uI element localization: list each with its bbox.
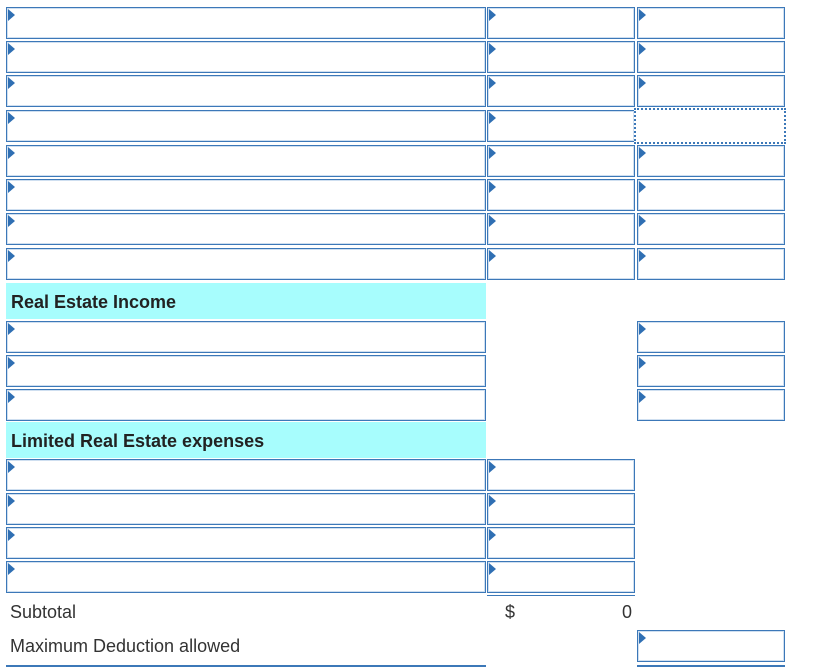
- dropdown-arrow-icon: [639, 9, 646, 21]
- expense-amount-dropdown[interactable]: [487, 459, 635, 491]
- section-title: Real Estate Income: [11, 292, 177, 312]
- dropdown-arrow-icon: [8, 181, 15, 193]
- dropdown-arrow-icon: [639, 215, 646, 227]
- total-dropdown[interactable]: [637, 248, 785, 280]
- subtotal-label: Subtotal: [10, 602, 77, 622]
- total-dropdown[interactable]: [637, 145, 785, 177]
- amount-dropdown[interactable]: [487, 145, 635, 177]
- dropdown-arrow-icon: [639, 181, 646, 193]
- income-description-dropdown[interactable]: [6, 321, 486, 353]
- dropdown-arrow-icon: [8, 529, 15, 541]
- expense-amount-dropdown[interactable]: [487, 527, 635, 559]
- dropdown-arrow-icon: [489, 9, 496, 21]
- max-deduction-dropdown[interactable]: [637, 630, 785, 662]
- amount-dropdown[interactable]: [487, 75, 635, 107]
- amount-dropdown[interactable]: [487, 213, 635, 245]
- dropdown-arrow-icon: [489, 215, 496, 227]
- description-dropdown[interactable]: [6, 110, 486, 142]
- expense-amount-dropdown[interactable]: [487, 561, 635, 593]
- dropdown-arrow-icon: [489, 461, 496, 473]
- expense-description-dropdown[interactable]: [6, 561, 486, 593]
- dropdown-arrow-icon: [639, 357, 646, 369]
- income-total-dropdown[interactable]: [637, 389, 785, 421]
- total-dropdown-focused[interactable]: [634, 108, 786, 144]
- dropdown-arrow-icon: [8, 563, 15, 575]
- description-dropdown[interactable]: [6, 41, 486, 73]
- dropdown-arrow-icon: [639, 43, 646, 55]
- dropdown-arrow-icon: [8, 147, 15, 159]
- dropdown-arrow-icon: [8, 391, 15, 403]
- dropdown-arrow-icon: [8, 43, 15, 55]
- dropdown-arrow-icon: [639, 250, 646, 262]
- dropdown-arrow-icon: [489, 250, 496, 262]
- amount-dropdown[interactable]: [487, 7, 635, 39]
- dropdown-arrow-icon: [8, 323, 15, 335]
- dropdown-arrow-icon: [489, 181, 496, 193]
- bottom-border: [6, 665, 486, 667]
- limited-expenses-header: Limited Real Estate expenses: [6, 422, 486, 458]
- dropdown-arrow-icon: [8, 215, 15, 227]
- description-dropdown[interactable]: [6, 248, 486, 280]
- description-dropdown[interactable]: [6, 75, 486, 107]
- amount-dropdown[interactable]: [487, 110, 635, 142]
- max-deduction-label: Maximum Deduction allowed: [10, 636, 241, 656]
- dropdown-arrow-icon: [8, 77, 15, 89]
- total-dropdown[interactable]: [637, 41, 785, 73]
- dropdown-arrow-icon: [8, 112, 15, 124]
- total-dropdown[interactable]: [637, 179, 785, 211]
- subtotal-value: 0: [621, 602, 632, 622]
- subtotal-rule: [487, 595, 635, 596]
- dropdown-arrow-icon: [8, 250, 15, 262]
- total-dropdown[interactable]: [637, 213, 785, 245]
- amount-dropdown[interactable]: [487, 179, 635, 211]
- dropdown-arrow-icon: [489, 77, 496, 89]
- total-dropdown[interactable]: [637, 7, 785, 39]
- expense-description-dropdown[interactable]: [6, 527, 486, 559]
- dropdown-arrow-icon: [639, 632, 646, 644]
- expense-description-dropdown[interactable]: [6, 459, 486, 491]
- description-dropdown[interactable]: [6, 145, 486, 177]
- income-description-dropdown[interactable]: [6, 355, 486, 387]
- dropdown-arrow-icon: [489, 147, 496, 159]
- expense-amount-dropdown[interactable]: [487, 493, 635, 525]
- dropdown-arrow-icon: [639, 147, 646, 159]
- amount-dropdown[interactable]: [487, 248, 635, 280]
- real-estate-income-header: Real Estate Income: [6, 283, 486, 319]
- dropdown-arrow-icon: [639, 77, 646, 89]
- income-total-dropdown[interactable]: [637, 321, 785, 353]
- description-dropdown[interactable]: [6, 7, 486, 39]
- dropdown-arrow-icon: [8, 357, 15, 369]
- amount-dropdown[interactable]: [487, 41, 635, 73]
- section-title: Limited Real Estate expenses: [11, 431, 265, 451]
- dropdown-arrow-icon: [8, 461, 15, 473]
- dropdown-arrow-icon: [489, 495, 496, 507]
- description-dropdown[interactable]: [6, 213, 486, 245]
- expense-description-dropdown[interactable]: [6, 493, 486, 525]
- dropdown-arrow-icon: [489, 112, 496, 124]
- dropdown-arrow-icon: [639, 391, 646, 403]
- description-dropdown[interactable]: [6, 179, 486, 211]
- income-total-dropdown[interactable]: [637, 355, 785, 387]
- dropdown-arrow-icon: [489, 529, 496, 541]
- bottom-border: [637, 665, 785, 667]
- total-dropdown[interactable]: [637, 75, 785, 107]
- dropdown-arrow-icon: [489, 563, 496, 575]
- dropdown-arrow-icon: [489, 43, 496, 55]
- income-description-dropdown[interactable]: [6, 389, 486, 421]
- dropdown-arrow-icon: [639, 323, 646, 335]
- dropdown-arrow-icon: [8, 9, 15, 21]
- dropdown-arrow-icon: [8, 495, 15, 507]
